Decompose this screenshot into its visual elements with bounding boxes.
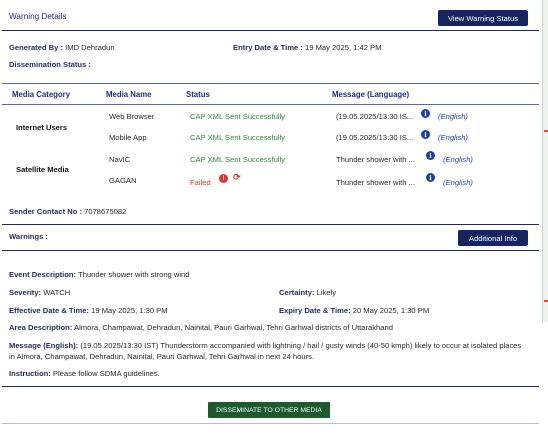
entry-datetime-row: Entry Date & Time : 19 May 2025, 1:42 PM (233, 43, 381, 52)
info-icon[interactable]: i (426, 173, 435, 182)
panel-title: Warning Details (9, 12, 67, 21)
expiry-datetime-row: Expiry Date & Time: 20 May 2025, 1:30 PM (279, 306, 430, 315)
column-media-name: Media Name (106, 90, 152, 99)
language-gagan[interactable]: (English) (443, 178, 473, 187)
bottom-divider (2, 423, 539, 424)
disseminate-other-media-button[interactable]: DISSEMINATE TO OTHER MEDIA (208, 402, 330, 418)
dissemination-status-label: Dissemination Status : (9, 60, 91, 69)
entry-datetime-value: 19 May 2025, 1:42 PM (305, 43, 382, 52)
warnings-title: Warnings : (9, 232, 48, 241)
media-name-navic: NavIC (109, 155, 131, 164)
sender-contact-label: Sender Contact No : (9, 207, 82, 216)
event-description-row: Event Description: Thunder shower with s… (9, 270, 190, 279)
sender-contact-value: 7078675082 (84, 207, 127, 216)
message-mobile-app: (19.05.2025/13:30 IS... (336, 133, 414, 142)
certainty-row: Certainty: Likely (279, 288, 336, 297)
generated-by-label: Generated By : (9, 43, 64, 52)
warnings-divider (2, 250, 539, 251)
effective-datetime-row: Effective Date & Time: 19 May 2025, 1:30… (9, 306, 168, 315)
message-navic: Thunder shower with ... (336, 155, 415, 164)
message-gagan: Thunder shower with ... (336, 178, 415, 187)
info-icon[interactable]: i (421, 130, 430, 139)
error-icon[interactable]: ! (219, 174, 228, 183)
dissemination-status-row: Dissemination Status : (9, 60, 91, 69)
status-web-browser: CAP XML Sent Successfully (190, 112, 285, 121)
status-mobile-app: CAP XML Sent Successfully (190, 133, 285, 142)
language-mobile-app[interactable]: (English) (438, 133, 468, 142)
info-icon[interactable]: i (426, 151, 435, 160)
area-description-row: Area Description: Almora, Champawat, Deh… (9, 323, 393, 332)
info-icon[interactable]: i (421, 109, 430, 118)
column-status: Status (186, 90, 210, 99)
retry-icon[interactable]: ⟳ (233, 172, 241, 183)
language-navic[interactable]: (English) (443, 155, 473, 164)
language-web-browser[interactable]: (English) (438, 112, 468, 121)
instruction-row: Instruction: Please follow SDMA guidelin… (9, 369, 160, 378)
warning-details-panel: Warning Details View Warning Status Gene… (2, 2, 539, 431)
column-media-category: Media Category (12, 90, 71, 99)
panel-header: Warning Details View Warning Status (2, 2, 539, 31)
media-name-web-browser: Web Browser (109, 112, 155, 121)
message-web-browser: (19.05.2025/13:30 IS... (336, 112, 414, 121)
category-satellite-media: Satellite Media (16, 165, 69, 174)
sender-contact-row: Sender Contact No : 7078675082 (9, 207, 126, 216)
generated-by-value: IMD Dehradun (65, 43, 115, 52)
dissemination-table-header: Media Category Media Name Status Message… (2, 83, 539, 105)
view-warning-status-button[interactable]: View Warning Status (438, 10, 528, 26)
footer-divider (2, 386, 539, 387)
entry-datetime-label: Entry Date & Time : (233, 43, 303, 52)
column-message-language: Message (Language) (332, 90, 410, 99)
section-divider (2, 224, 539, 225)
generated-by-row: Generated By : IMD Dehradun (9, 43, 115, 52)
page: Warning Details View Warning Status Gene… (0, 0, 548, 434)
severity-row: Severity: WATCH (9, 288, 71, 297)
background-edge-strip (542, 0, 548, 322)
message-english-row: Message (English): (19.05.2025/13:30 IST… (9, 341, 522, 361)
additional-info-button[interactable]: Additional Info (458, 230, 528, 246)
media-name-mobile-app: Mobile App (109, 133, 147, 142)
category-internet-users: Internet Users (16, 123, 68, 132)
status-gagan: Failed (190, 178, 211, 187)
status-navic: CAP XML Sent Successfully (190, 155, 285, 164)
media-name-gagan: GAGAN (109, 176, 137, 185)
